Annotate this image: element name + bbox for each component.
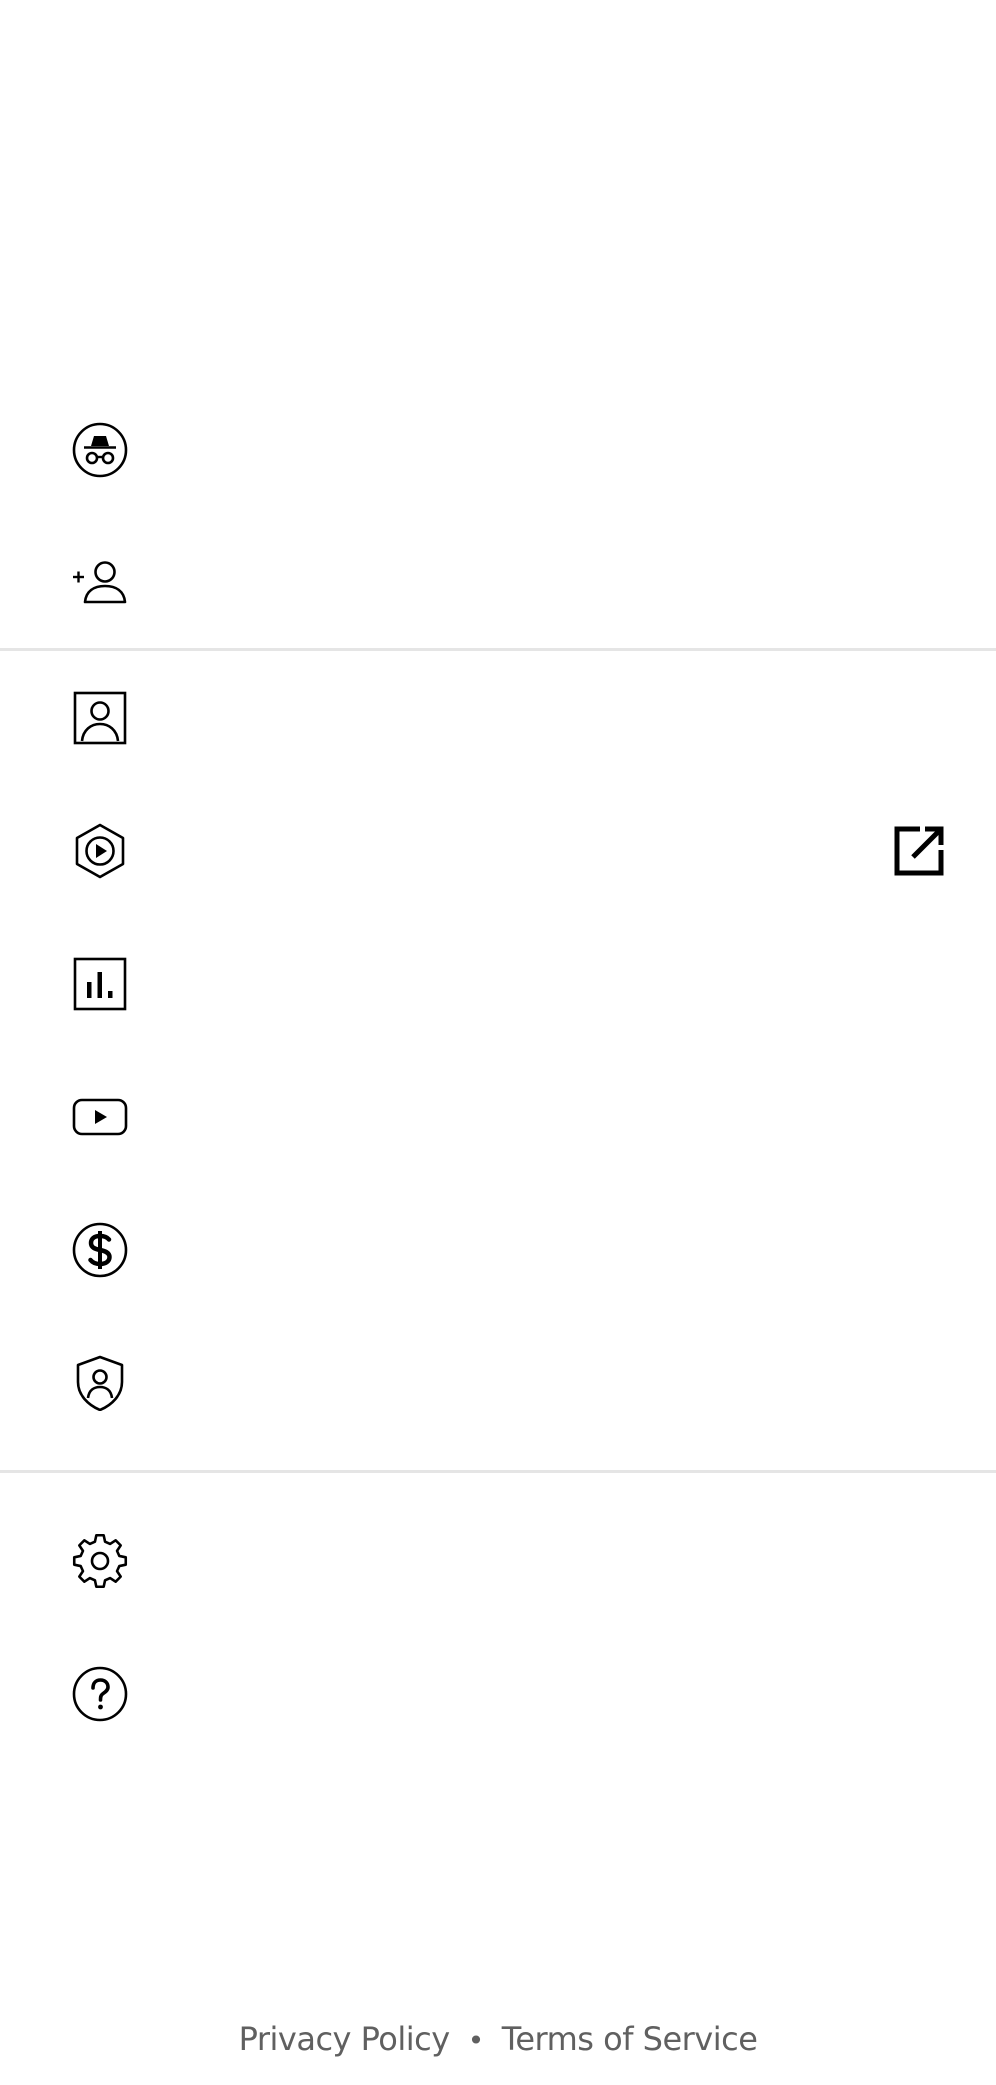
menu-item-add-account[interactable] [0, 516, 996, 649]
footer-links: Privacy Policy • Terms of Service [0, 2020, 996, 2058]
menu-item-incognito[interactable] [0, 383, 996, 516]
account-menu-screen: { "menu": { "items": [ {"id": "incognito… [0, 0, 996, 2085]
help-icon [72, 1666, 128, 1722]
incognito-icon [72, 422, 128, 478]
menu-item-your-channel[interactable] [0, 651, 996, 784]
privacy-policy-link[interactable]: Privacy Policy [239, 2020, 451, 2058]
menu-item-settings[interactable] [0, 1494, 996, 1627]
your-channel-icon [72, 690, 128, 746]
shield-person-icon [72, 1355, 128, 1411]
terms-of-service-link[interactable]: Terms of Service [502, 2020, 758, 2058]
open-external-icon [894, 826, 944, 876]
menu-item-get-premium[interactable] [0, 1050, 996, 1183]
dollar-icon [72, 1222, 128, 1278]
studio-icon [72, 823, 128, 879]
menu-item-time-watched[interactable] [0, 917, 996, 1050]
footer-separator: • [467, 2024, 485, 2057]
menu-divider [0, 1470, 996, 1473]
menu-item-your-data[interactable] [0, 1316, 996, 1449]
menu-item-purchases-memberships[interactable] [0, 1183, 996, 1316]
time-watched-icon [72, 956, 128, 1012]
gear-icon [72, 1533, 128, 1589]
menu-item-help-feedback[interactable] [0, 1627, 996, 1760]
add-account-icon [72, 555, 128, 611]
premium-icon [72, 1089, 128, 1145]
menu-item-studio[interactable] [0, 784, 996, 917]
